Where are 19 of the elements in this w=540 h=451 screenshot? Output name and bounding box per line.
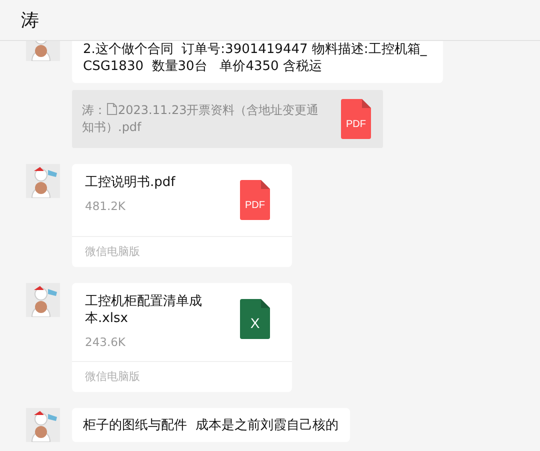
document-icon xyxy=(107,103,117,115)
avatar[interactable] xyxy=(26,164,60,198)
chat-title: 涛 xyxy=(21,9,39,32)
avatar[interactable] xyxy=(26,283,60,317)
spreadsheet-file-icon: X xyxy=(240,299,270,339)
avatar[interactable] xyxy=(26,408,60,442)
quote-text: 涛： 2023.11.23开票资料（含地址变更通知书）.pdf xyxy=(82,102,320,136)
message-bubble: 柜子的图纸与配件 成本是之前刘霞自己核的 xyxy=(72,408,350,442)
file-size: 243.6K xyxy=(85,335,126,349)
source-label: 微信电脑版 xyxy=(72,361,292,392)
source-label: 微信电脑版 xyxy=(72,236,292,267)
file-card[interactable]: 工控说明书.pdf 481.2K PDF 微信电脑版 xyxy=(72,164,292,267)
file-name: 工控说明书.pdf xyxy=(85,174,176,191)
message-bubble: 2.这个做个合同 订单号:3901419447 物料描述:工控机箱_CSG1830 数量30台 单价4350 含税运 xyxy=(72,41,443,83)
file-name: 工控机柜配置清单成本.xlsx xyxy=(85,293,203,327)
pdf-file-icon: PDF xyxy=(240,180,270,220)
file-card[interactable]: 工控机柜配置清单成本.xlsx 243.6K X 微信电脑版 xyxy=(72,283,292,392)
pdf-file-icon: PDF xyxy=(341,99,371,139)
file-size: 481.2K xyxy=(85,199,126,213)
